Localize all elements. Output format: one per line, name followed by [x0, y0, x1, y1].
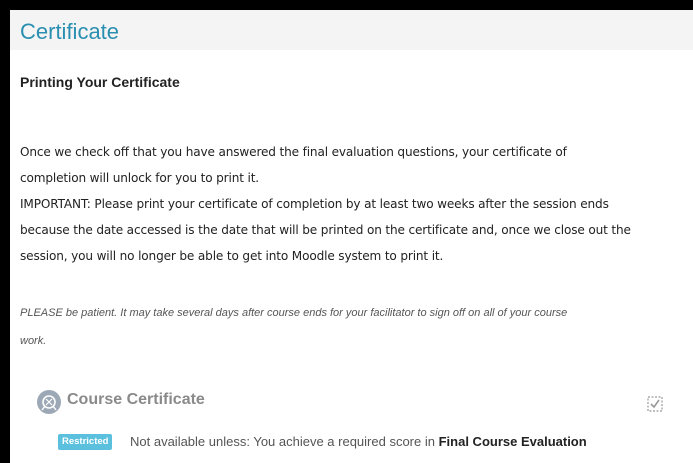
section-header: Certificate [10, 10, 693, 50]
note-line: PLEASE be patient. It may take several d… [20, 307, 568, 319]
certificate-icon[interactable] [37, 390, 61, 414]
restriction-text: Not available unless: You achieve a requ… [130, 434, 435, 449]
course-section: Certificate Printing Your Certificate On… [10, 10, 693, 463]
paragraph-line: because the date accessed is the date th… [20, 223, 631, 237]
paragraph-line: Once we check off that you have answered… [20, 145, 567, 159]
content-heading: Printing Your Certificate [20, 74, 180, 90]
section-title: Certificate [20, 19, 120, 44]
completion-checkbox-icon[interactable] [647, 396, 663, 412]
paragraph-line: completion will unlock for you to print … [20, 171, 259, 185]
paragraph-line: session, you will no longer be able to g… [20, 249, 444, 263]
course-certificate-link[interactable]: Course Certificate [67, 390, 205, 410]
restricted-badge: Restricted [58, 434, 113, 450]
restriction-target: Final Course Evaluation [438, 434, 587, 449]
restriction-message: Not available unless: You achieve a requ… [130, 434, 587, 450]
paragraph-line: IMPORTANT: Please print your certificate… [20, 197, 609, 211]
note-line: work. [20, 335, 47, 347]
